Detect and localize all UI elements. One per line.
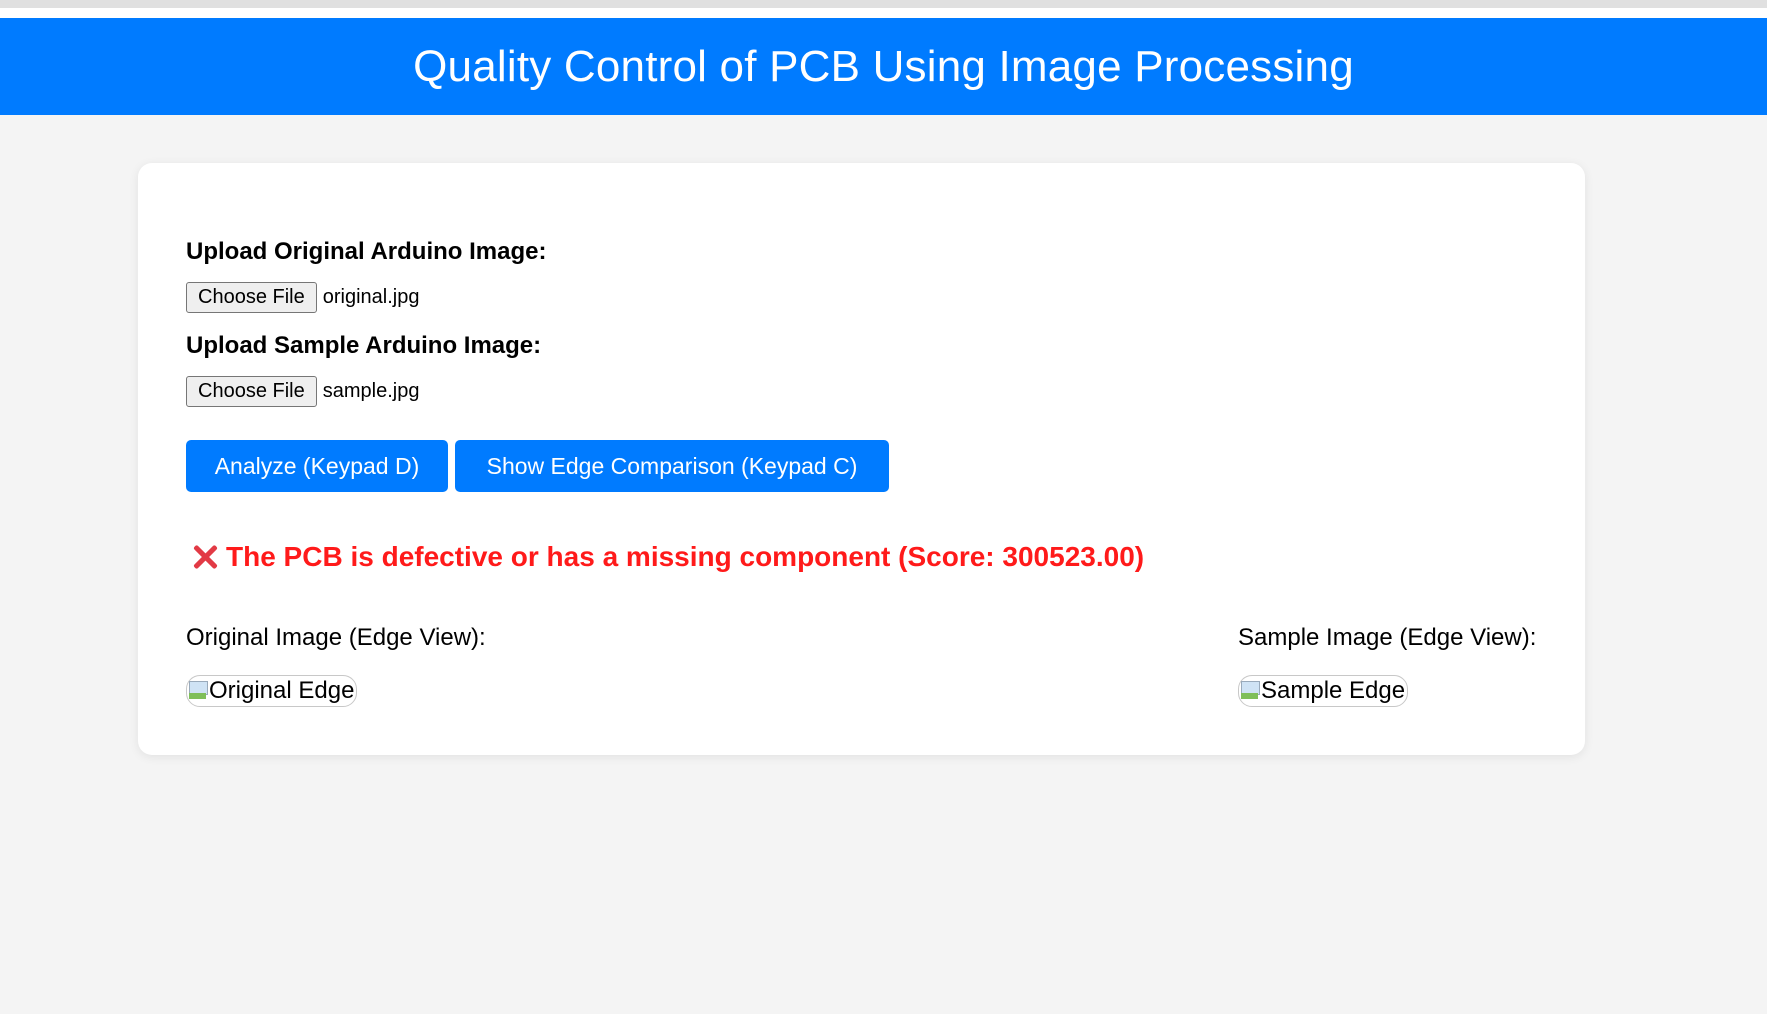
page-title: Quality Control of PCB Using Image Proce…	[413, 41, 1354, 91]
sample-edge-alt: Sample Edge	[1261, 677, 1406, 704]
choose-sample-file-button[interactable]: Choose File	[186, 376, 317, 407]
sample-edge-image: Sample Edge	[1238, 675, 1409, 707]
edge-comparison-button[interactable]: Show Edge Comparison (Keypad C)	[455, 440, 889, 492]
upload-original-label: Upload Original Arduino Image:	[186, 238, 547, 265]
original-edge-image: Original Edge	[186, 675, 358, 707]
upload-sample-input[interactable]: Choose File sample.jpg	[186, 376, 419, 407]
browser-gap	[0, 8, 1767, 18]
upload-original-input[interactable]: Choose File original.jpg	[186, 282, 419, 313]
page-header: Quality Control of PCB Using Image Proce…	[0, 18, 1767, 115]
original-edge-label: Original Image (Edge View):	[186, 624, 486, 651]
analyze-button[interactable]: Analyze (Keypad D)	[186, 440, 448, 492]
sample-edge-label: Sample Image (Edge View):	[1238, 624, 1537, 651]
main-card: Upload Original Arduino Image: Choose Fi…	[138, 163, 1585, 755]
broken-image-icon	[1239, 679, 1261, 703]
result-message: The PCB is defective or has a missing co…	[186, 541, 1144, 573]
upload-sample-label: Upload Sample Arduino Image:	[186, 332, 542, 359]
browser-top-strip	[0, 0, 1767, 8]
original-edge-alt: Original Edge	[209, 677, 355, 704]
broken-image-icon	[187, 679, 209, 703]
result-text: The PCB is defective or has a missing co…	[226, 541, 1145, 572]
original-file-name: original.jpg	[322, 286, 420, 308]
choose-original-file-button[interactable]: Choose File	[186, 282, 317, 313]
cross-mark-icon	[190, 542, 220, 572]
sample-file-name: sample.jpg	[322, 380, 420, 402]
